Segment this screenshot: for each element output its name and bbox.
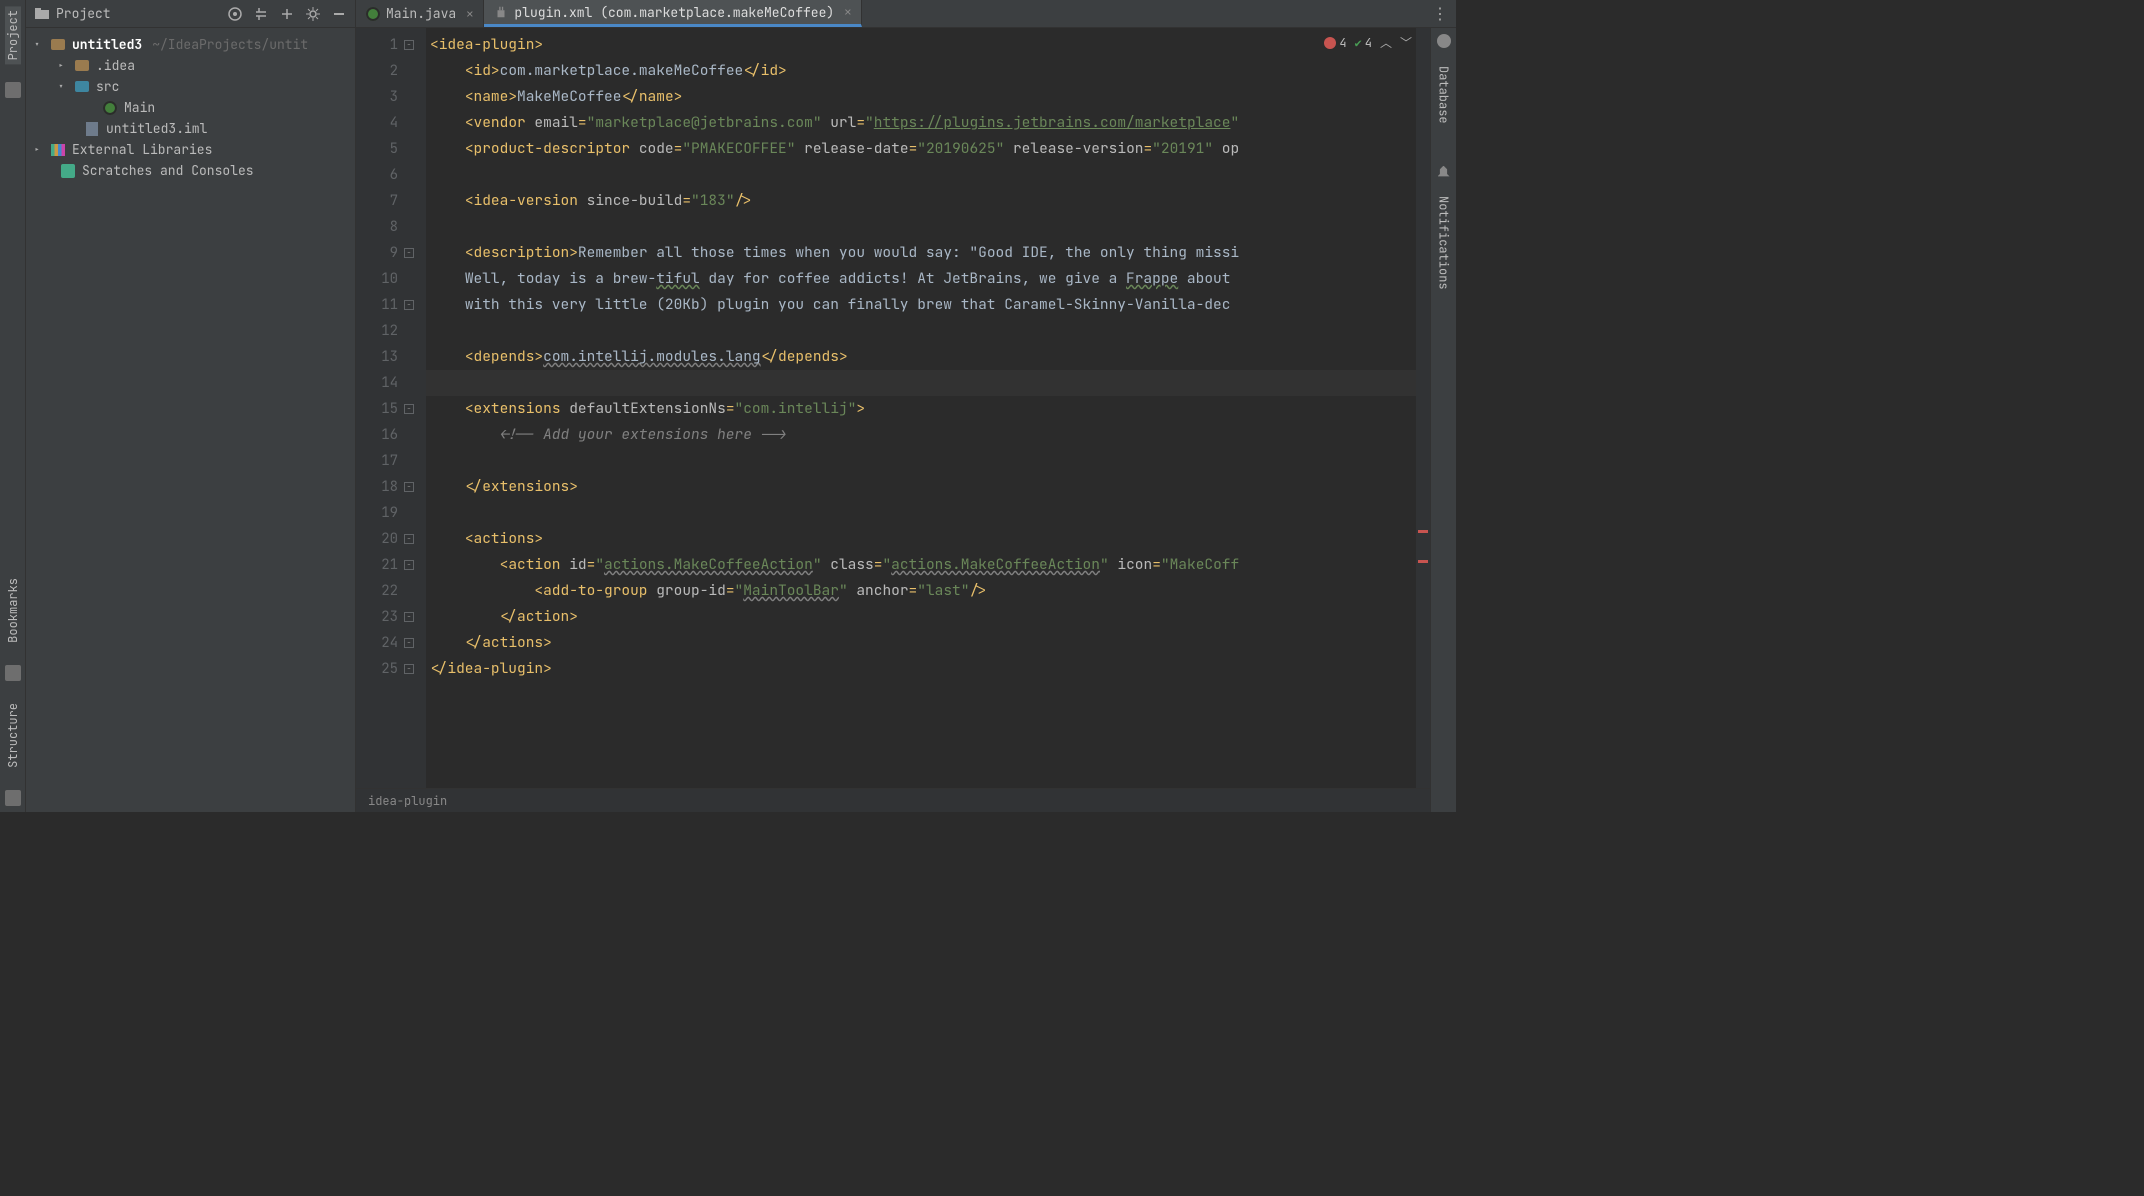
tree-label: .idea xyxy=(96,57,135,74)
tool-tab-bookmarks[interactable]: Bookmarks xyxy=(5,574,21,647)
tree-root-label: untitled3 xyxy=(72,36,142,53)
error-count: 4 xyxy=(1339,35,1346,51)
fold-toggle-icon[interactable]: − xyxy=(404,560,414,570)
fold-toggle-icon[interactable]: − xyxy=(404,664,414,674)
bookmarks-icon[interactable] xyxy=(5,665,21,681)
tree-label: External Libraries xyxy=(72,141,212,158)
select-opened-icon[interactable] xyxy=(227,6,243,22)
fold-toggle-icon[interactable]: − xyxy=(404,638,414,648)
chevron-up-icon[interactable]: ︿ xyxy=(1380,34,1392,51)
java-icon xyxy=(103,101,117,115)
tree-label: src xyxy=(96,78,119,95)
editor: 4 ✔4 ︿ ﹀ −−−−−−−−−− 12345678910111213141… xyxy=(356,28,1430,812)
tree-external-libs[interactable]: ▸ External Libraries xyxy=(30,139,351,160)
fold-toggle-icon[interactable]: − xyxy=(404,248,414,258)
fold-toggle-icon[interactable]: − xyxy=(404,534,414,544)
scratches-icon xyxy=(61,164,75,178)
gutter[interactable]: −−−−−−−−−− 12345678910111213141516171819… xyxy=(356,28,426,788)
tool-tab-structure[interactable]: Structure xyxy=(5,699,21,772)
error-mark[interactable] xyxy=(1418,560,1428,563)
fold-toggle-icon[interactable]: − xyxy=(404,612,414,622)
error-mark[interactable] xyxy=(1418,530,1428,533)
error-icon xyxy=(1324,37,1336,49)
warning-count: 4 xyxy=(1365,35,1372,51)
top-bar: Project Main.java ✕ plugin.xml (com.mark… xyxy=(26,0,1456,28)
fold-toggle-icon[interactable]: − xyxy=(404,404,414,414)
breadcrumb[interactable]: idea-plugin xyxy=(356,788,1430,812)
fold-toggle-icon[interactable]: − xyxy=(404,40,414,50)
module-icon xyxy=(86,122,98,136)
database-icon[interactable] xyxy=(1437,34,1451,48)
plugin-icon xyxy=(494,5,508,19)
tab-plugin-xml[interactable]: plugin.xml (com.marketplace.makeMeCoffee… xyxy=(484,0,862,27)
code-content[interactable]: <idea-plugin> <id>com.marketplace.makeMe… xyxy=(426,28,1416,788)
tab-label: Main.java xyxy=(386,5,456,22)
folder-icon xyxy=(34,6,50,22)
tree-scratches[interactable]: Scratches and Consoles xyxy=(30,160,351,181)
chevron-down-icon[interactable]: ﹀ xyxy=(1400,34,1412,51)
tree-label: untitled3.iml xyxy=(106,120,207,137)
warning-icon: ✔ xyxy=(1355,35,1362,51)
project-toolbar: Project xyxy=(26,0,356,28)
breadcrumb-item[interactable]: idea-plugin xyxy=(368,793,447,809)
tree-label: Scratches and Consoles xyxy=(82,162,254,179)
libraries-icon xyxy=(51,144,65,156)
minimize-icon[interactable] xyxy=(331,6,347,22)
tree-idea-folder[interactable]: ▸ .idea xyxy=(30,55,351,76)
left-tool-rail: Project Bookmarks Structure xyxy=(0,0,26,812)
fold-toggle-icon[interactable]: − xyxy=(404,300,414,310)
tree-label: Main xyxy=(124,99,155,116)
bell-icon[interactable] xyxy=(1438,166,1450,178)
close-icon[interactable]: ✕ xyxy=(466,6,473,22)
tab-label: plugin.xml (com.marketplace.makeMeCoffee… xyxy=(514,4,834,21)
tab-main-java[interactable]: Main.java ✕ xyxy=(356,0,484,27)
right-tool-rail: Database Notifications xyxy=(1430,28,1456,812)
tree-iml-file[interactable]: untitled3.iml xyxy=(30,118,351,139)
tree-src-folder[interactable]: ▾ src xyxy=(30,76,351,97)
tool-tab-notifications[interactable]: Notifications xyxy=(1436,192,1452,294)
java-icon xyxy=(366,7,380,21)
tabs-menu-icon[interactable]: ⋮ xyxy=(1432,0,1456,27)
error-stripe[interactable] xyxy=(1416,28,1430,788)
editor-tabs: Main.java ✕ plugin.xml (com.marketplace.… xyxy=(356,0,1456,28)
gear-icon[interactable] xyxy=(305,6,321,22)
collapse-all-icon[interactable] xyxy=(279,6,295,22)
tool-tab-database[interactable]: Database xyxy=(1436,62,1452,128)
structure-icon[interactable] xyxy=(5,790,21,806)
expand-all-icon[interactable] xyxy=(253,6,269,22)
fold-toggle-icon[interactable]: − xyxy=(404,482,414,492)
tree-root[interactable]: ▾ untitled3 ~/IdeaProjects/untit xyxy=(30,34,351,55)
project-tree[interactable]: ▾ untitled3 ~/IdeaProjects/untit ▸ .idea… xyxy=(26,28,356,812)
commit-icon[interactable] xyxy=(5,82,21,98)
tool-tab-project[interactable]: Project xyxy=(5,6,21,64)
project-toolbar-title: Project xyxy=(56,5,111,22)
tree-main-file[interactable]: Main xyxy=(30,97,351,118)
inspection-widget[interactable]: 4 ✔4 ︿ ﹀ xyxy=(1324,34,1412,51)
tree-root-hint: ~/IdeaProjects/untit xyxy=(152,36,308,53)
close-icon[interactable]: ✕ xyxy=(844,4,851,20)
